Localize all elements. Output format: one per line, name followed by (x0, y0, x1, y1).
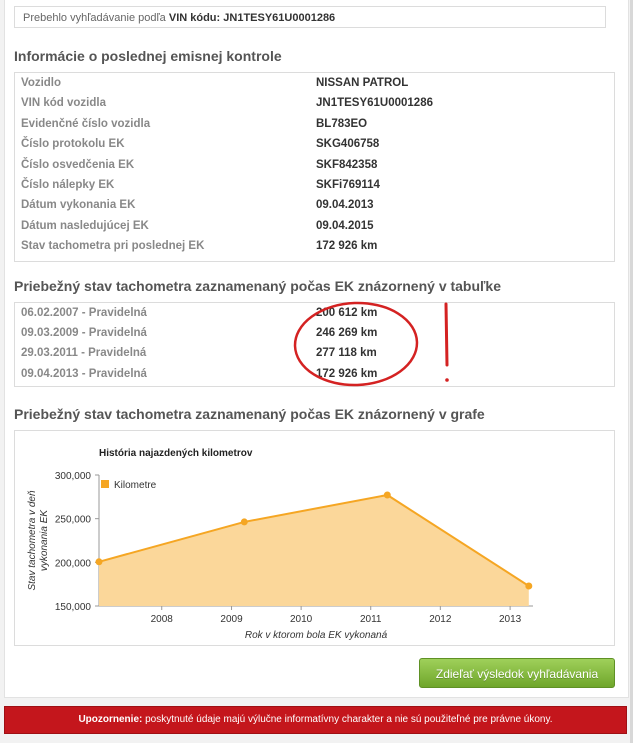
red-circle (293, 301, 419, 387)
x-tick-label: 2008 (151, 614, 174, 625)
x-tick-label: 2011 (360, 614, 382, 625)
exclamation-dot (445, 378, 449, 382)
odometer-chart-title: Priebežný stav tachometra zaznamenaný po… (14, 406, 485, 422)
series-area (99, 494, 529, 606)
series-point (240, 518, 248, 526)
legend-swatch (101, 480, 109, 488)
series-point (95, 558, 103, 566)
y-tick-label: 300,000 (55, 471, 92, 482)
y-axis-label: Stav tachometra v deňvykonania EK (27, 490, 50, 590)
warning-label: Upozornenie: (78, 714, 143, 725)
x-tick-label: 2009 (220, 614, 243, 625)
x-axis-label: Rok v ktorom bola EK vykonaná (245, 630, 388, 641)
legend-label: Kilometre (114, 480, 157, 491)
y-tick-label: 200,000 (55, 558, 92, 569)
x-tick-label: 2013 (499, 614, 522, 625)
y-tick-label: 250,000 (55, 515, 92, 526)
x-tick-label: 2010 (290, 614, 313, 625)
series-point (383, 491, 391, 499)
warning-text: poskytnuté údaje majú výlučne informatív… (145, 714, 553, 725)
exclamation-line (444, 302, 449, 367)
x-tick-label: 2012 (429, 614, 452, 625)
share-results-button[interactable]: Zdieľať výsledok vyhľadávania (419, 658, 615, 688)
odometer-chart: 150,000 200,000 250,000 300,000 2008 2009 2010… (27, 448, 533, 641)
warning-banner: Upozornenie: poskytnuté údaje majú výluč… (4, 706, 627, 734)
y-axis-label-line: vykonania EK (39, 509, 50, 571)
y-axis-label-line: Stav tachometra v deň (27, 490, 38, 590)
chart-title: História najazdených kilometrov (99, 448, 253, 459)
odometer-chart-box: 150,000 200,000 250,000 300,000 2008 2009 2010… (14, 430, 615, 646)
y-tick-label: 150,000 (55, 602, 92, 613)
series-point (525, 582, 533, 590)
